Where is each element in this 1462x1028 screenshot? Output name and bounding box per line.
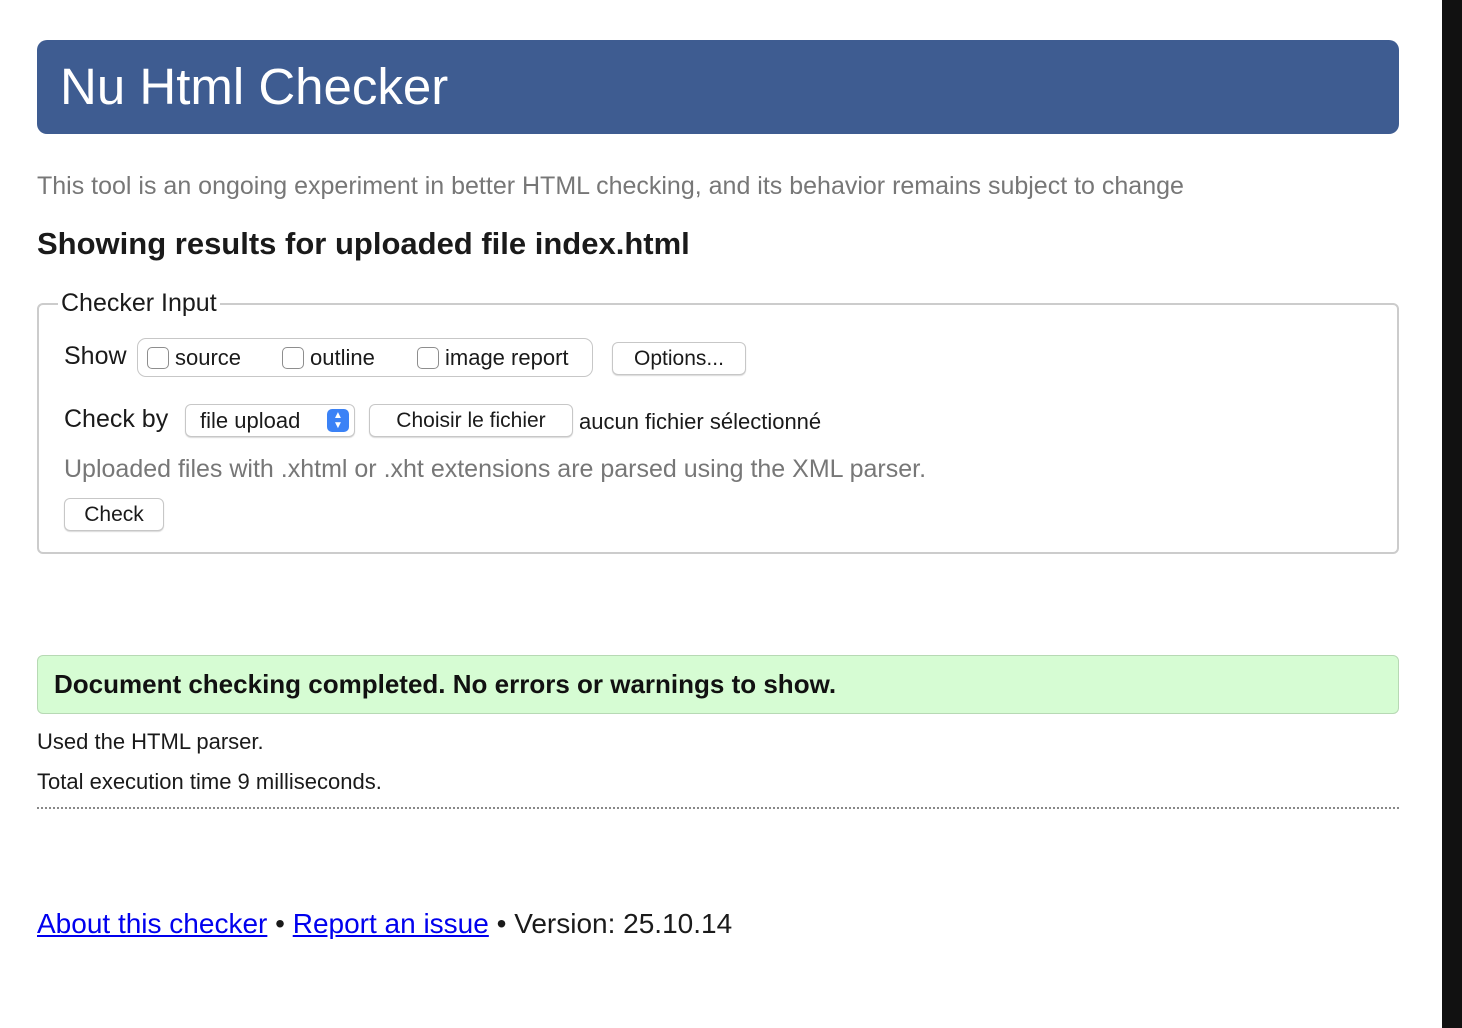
check-button[interactable]: Check <box>64 498 164 531</box>
choose-file-button[interactable]: Choisir le fichier <box>369 404 573 437</box>
footer: About this checker • Report an issue • V… <box>37 908 732 940</box>
page-title: Nu Html Checker <box>60 58 449 115</box>
upload-hint: Uploaded files with .xhtml or .xht exten… <box>64 455 927 483</box>
parser-info: Used the HTML parser. <box>37 729 264 754</box>
check-by-value: file upload <box>200 408 301 433</box>
check-by-select[interactable]: file upload ▲ ▼ <box>185 404 355 437</box>
page-header: Nu Html Checker <box>37 40 1399 134</box>
window-edge <box>1442 0 1462 1028</box>
show-label: Show <box>64 342 127 370</box>
report-issue-link[interactable]: Report an issue <box>293 908 489 939</box>
tagline: This tool is an ongoing experiment in be… <box>37 172 1184 200</box>
show-options-group: source outline image report <box>137 338 593 377</box>
success-message: Document checking completed. No errors o… <box>54 669 837 699</box>
source-checkbox[interactable] <box>147 347 169 369</box>
source-label[interactable]: source <box>175 345 241 371</box>
footer-separator: • <box>275 908 285 939</box>
show-image-report-option[interactable]: image report <box>417 345 569 371</box>
options-button[interactable]: Options... <box>612 342 746 375</box>
select-arrows-icon: ▲ ▼ <box>327 409 349 432</box>
footer-separator: • <box>496 908 507 939</box>
success-message-box: Document checking completed. No errors o… <box>37 655 1399 714</box>
check-by-label: Check by <box>64 405 169 433</box>
outline-checkbox[interactable] <box>282 347 304 369</box>
image-report-checkbox[interactable] <box>417 347 439 369</box>
checker-input-legend: Checker Input <box>58 288 220 318</box>
show-outline-option[interactable]: outline <box>282 345 375 371</box>
about-link[interactable]: About this checker <box>37 908 267 939</box>
checker-input-fieldset: Checker Input Show source outline image … <box>37 288 1399 554</box>
results-heading: Showing results for uploaded file index.… <box>37 226 690 261</box>
outline-label[interactable]: outline <box>310 345 375 371</box>
execution-time: Total execution time 9 milliseconds. <box>37 769 382 794</box>
version-text: Version: 25.10.14 <box>514 908 733 939</box>
image-report-label[interactable]: image report <box>445 345 569 371</box>
show-source-option[interactable]: source <box>147 345 241 371</box>
divider <box>37 807 1399 809</box>
file-status: aucun fichier sélectionné <box>579 409 822 434</box>
